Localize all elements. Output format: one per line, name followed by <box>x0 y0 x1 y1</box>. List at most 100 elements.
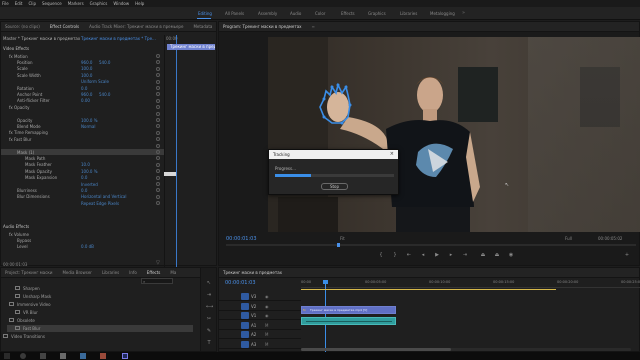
keyframe-toggle-icon[interactable] <box>156 162 160 167</box>
ec-property-value[interactable]: 100.0 % <box>81 118 98 123</box>
track-target-toggle[interactable] <box>241 340 249 348</box>
menu-help[interactable]: Help <box>135 1 144 6</box>
workspace-audio[interactable]: Audio <box>290 11 301 16</box>
ec-property-row[interactable]: fx Motion <box>1 53 164 59</box>
ec-property-value[interactable]: 100.0 <box>81 73 92 78</box>
ec-clip-bar[interactable]: Трекинг маски в предме <box>167 44 215 50</box>
filter-icon[interactable]: ▽ <box>156 260 162 266</box>
close-icon[interactable]: × <box>390 150 394 159</box>
eye-icon[interactable]: ◉ <box>265 313 269 318</box>
mute-icon[interactable]: M <box>265 323 268 328</box>
keyframe-toggle-icon[interactable] <box>156 111 160 116</box>
ec-audio-row[interactable]: Level 0.0 dB <box>1 244 164 250</box>
ec-property-row[interactable] <box>1 111 164 117</box>
ec-property-value[interactable]: 0.0 <box>81 188 87 193</box>
export-frame-icon[interactable]: ◉ <box>508 252 514 258</box>
tab-effect-controls[interactable]: Effect Controls <box>50 24 79 29</box>
lift-icon[interactable]: ⏏ <box>480 252 486 258</box>
ec-property-value[interactable]: 100.0 % <box>81 169 98 174</box>
effects-search-input[interactable]: ⌕ <box>141 278 173 284</box>
ec-property-row[interactable]: Mask (1) <box>1 149 164 155</box>
tab-media-browser[interactable]: Media Browser <box>62 270 92 275</box>
workspace-color[interactable]: Color <box>315 11 325 16</box>
track-target-toggle[interactable] <box>241 302 249 310</box>
ec-property-value[interactable]: 0.0 <box>81 86 87 91</box>
ec-property-row[interactable] <box>1 143 164 149</box>
ec-master-label[interactable]: Master * Трекинг маски в предметах <box>3 36 80 41</box>
track-target-toggle[interactable] <box>241 331 249 338</box>
ec-property-value[interactable]: 960.0 <box>81 60 92 65</box>
ec-property-row[interactable]: Anchor Point 960.0 540.0 <box>1 91 164 97</box>
task-view-icon[interactable] <box>40 353 46 359</box>
ec-audio-row[interactable]: fx Volume <box>1 231 164 237</box>
go-to-in-icon[interactable]: ⇤ <box>406 252 412 258</box>
eye-icon[interactable]: ◉ <box>265 304 269 309</box>
menu-window[interactable]: Window <box>113 1 129 6</box>
razor-tool-icon[interactable]: ✂ <box>206 316 212 322</box>
program-playhead[interactable] <box>337 243 340 247</box>
keyframe-toggle-icon[interactable] <box>156 60 160 65</box>
ec-property-row[interactable]: Position 960.0 540.0 <box>1 59 164 65</box>
track-target-toggle[interactable] <box>241 312 249 319</box>
keyframe-toggle-icon[interactable] <box>156 182 160 186</box>
selection-tool-icon[interactable]: ↖ <box>206 280 212 286</box>
menu-file[interactable]: File <box>2 1 9 6</box>
eye-icon[interactable]: ◉ <box>265 294 269 299</box>
stop-button[interactable]: Stop <box>321 183 348 190</box>
premiere-taskbar-icon[interactable] <box>122 353 128 359</box>
ec-mask-keyframe-marker[interactable] <box>164 172 176 176</box>
app-icon-3[interactable] <box>100 353 106 359</box>
track-header[interactable]: V1 ◉ <box>219 311 301 320</box>
tab-markers[interactable]: Ma <box>170 270 176 275</box>
keyframe-toggle-icon[interactable] <box>156 124 160 129</box>
effects-tree-item[interactable]: Immersive Video <box>7 301 193 308</box>
app-icon-1[interactable] <box>60 353 66 359</box>
ec-property-row[interactable]: Anti-flicker Filter 0.00 <box>1 98 164 104</box>
mute-icon[interactable]: M <box>265 342 268 347</box>
effects-tree-item[interactable]: Obsolete <box>7 317 193 324</box>
keyframe-toggle-icon[interactable] <box>156 66 160 71</box>
mark-in-icon[interactable]: { <box>378 252 384 258</box>
tab-libraries[interactable]: Libraries <box>102 270 119 275</box>
workspace-graphics[interactable]: Graphics <box>368 11 386 16</box>
tab-program[interactable]: Program: Трекинг маски в предметах <box>223 24 302 29</box>
work-area-bar[interactable] <box>301 289 556 290</box>
mute-icon[interactable]: M <box>265 332 268 337</box>
ec-property-row[interactable]: Mask Expansion 0.0 <box>1 175 164 181</box>
tab-project[interactable]: Project: Трекинг маски <box>5 270 52 275</box>
keyframe-toggle-icon[interactable] <box>156 86 160 90</box>
keyframe-toggle-icon[interactable] <box>156 73 160 78</box>
keyframe-toggle-icon[interactable] <box>156 98 160 103</box>
ec-property-row[interactable]: Repeat Edge Pixels <box>1 200 164 206</box>
effects-tree-item[interactable]: VR Blur <box>7 309 193 316</box>
ec-property-row[interactable]: Mask Feather 10.0 <box>1 162 164 168</box>
pen-tool-icon[interactable]: ✎ <box>206 328 212 334</box>
add-button-icon[interactable]: + <box>624 252 630 258</box>
menu-clip[interactable]: Clip <box>28 1 36 6</box>
ec-clip-label[interactable]: Трекинг маски в предметах * Тре... <box>81 36 156 41</box>
keyframe-toggle-icon[interactable] <box>156 79 160 84</box>
ripple-edit-tool-icon[interactable]: ⟷ <box>206 304 213 310</box>
menu-sequence[interactable]: Sequence <box>42 1 62 6</box>
menu-graphics[interactable]: Graphics <box>90 1 108 6</box>
ec-property-row[interactable]: Scale 100.0 <box>1 66 164 72</box>
keyframe-toggle-icon[interactable] <box>156 169 160 174</box>
playhead-handle[interactable] <box>323 280 328 284</box>
ec-property-value[interactable]: 0.00 <box>81 98 90 103</box>
effects-tree-item[interactable]: Unsharp Mask <box>7 293 193 300</box>
effects-tree-item[interactable]: Video Transitions <box>3 333 193 340</box>
go-to-out-icon[interactable]: ⇥ <box>462 252 468 258</box>
ec-property-row[interactable]: Mask Opacity 100.0 % <box>1 168 164 174</box>
program-scrubber[interactable] <box>226 244 636 246</box>
video-clip[interactable]: fx Трекинг маски в предметах.mp4 [V] <box>301 306 396 314</box>
timeline-scrollbar[interactable] <box>301 348 631 351</box>
keyframe-toggle-icon[interactable] <box>156 175 160 180</box>
program-menu-icon[interactable]: ≡ <box>312 24 315 29</box>
tab-info[interactable]: Info <box>129 270 137 275</box>
ec-property-value[interactable]: Repeat Edge Pixels <box>81 201 119 206</box>
ec-property-value[interactable]: Horizontal and Vertical <box>81 194 126 199</box>
track-target-toggle[interactable] <box>241 321 249 329</box>
ec-property-value[interactable]: 960.0 <box>81 92 92 97</box>
step-forward-icon[interactable]: ▸ <box>448 252 454 258</box>
ec-property-row[interactable]: Blur Dimensions Horizontal and Vertical <box>1 194 164 200</box>
